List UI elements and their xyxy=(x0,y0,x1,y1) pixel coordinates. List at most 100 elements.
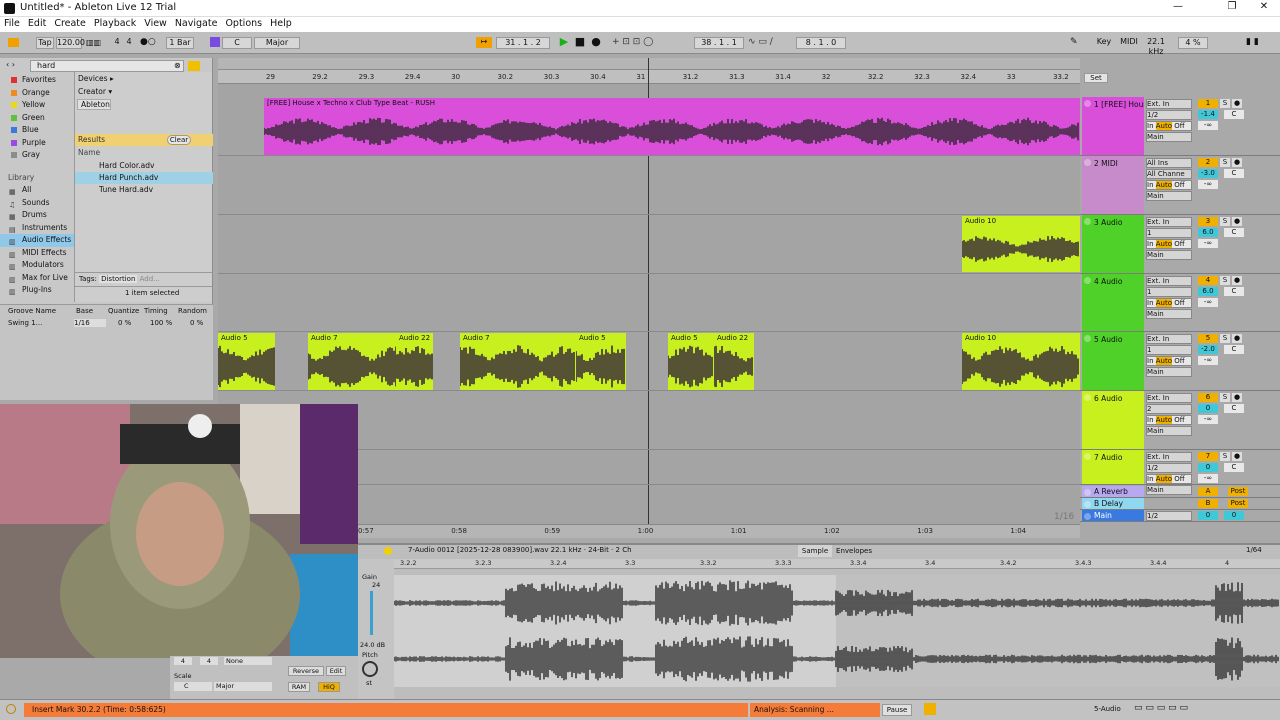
input-channel-select[interactable]: 1 xyxy=(1146,287,1192,297)
tab-sample[interactable]: Sample xyxy=(798,545,832,557)
send-field[interactable]: -∞ xyxy=(1198,180,1218,189)
hiq-button[interactable]: HiQ xyxy=(318,682,340,692)
monitor-auto[interactable]: Auto xyxy=(1155,357,1172,365)
menu-view[interactable]: View xyxy=(140,17,171,30)
main-volume[interactable]: 0 xyxy=(1198,511,1218,520)
library-drums[interactable]: ▦ Drums xyxy=(0,209,74,222)
link-icon[interactable] xyxy=(8,38,19,47)
track-number-button[interactable]: 6 xyxy=(1198,393,1218,402)
clip-activator-icon[interactable] xyxy=(384,547,392,555)
input-channel-select[interactable]: 1 xyxy=(1146,228,1192,238)
send-field[interactable]: -∞ xyxy=(1198,239,1218,248)
menu-options[interactable]: Options xyxy=(221,17,266,30)
solo-button[interactable]: S xyxy=(1220,99,1230,108)
input-type-select[interactable]: Ext. In xyxy=(1146,452,1192,462)
clear-search-icon[interactable]: ⊗ xyxy=(174,61,181,70)
solo-button[interactable]: S xyxy=(1220,334,1230,343)
return-track[interactable]: B Delay B Post xyxy=(1080,498,1280,510)
tempo-field[interactable]: 120.00 xyxy=(56,37,85,49)
output-select[interactable]: Main xyxy=(1146,426,1192,436)
track-number-button[interactable]: 1 xyxy=(1198,99,1218,108)
audio-clip[interactable]: Audio 5 xyxy=(576,333,626,390)
scale-mode-icon[interactable] xyxy=(210,37,220,47)
arm-button[interactable]: ● xyxy=(1232,99,1242,108)
pitch-knob[interactable] xyxy=(362,661,378,677)
menu-edit[interactable]: Edit xyxy=(24,17,50,30)
pause-button[interactable]: Pause xyxy=(882,704,912,716)
play-icon[interactable]: ▶ xyxy=(558,36,570,48)
monitor-select[interactable]: In Auto Off xyxy=(1146,298,1192,308)
monitor-auto[interactable]: Auto xyxy=(1155,240,1172,248)
clip-scale-select[interactable]: Major xyxy=(214,682,272,691)
output-select[interactable]: Main xyxy=(1146,191,1192,201)
monitor-auto[interactable]: Auto xyxy=(1155,416,1172,424)
monitor-select[interactable]: In Auto Off xyxy=(1146,239,1192,249)
volume-field[interactable]: 0 xyxy=(1198,404,1218,413)
input-type-select[interactable]: Ext. In xyxy=(1146,99,1192,109)
solo-button[interactable]: S xyxy=(1220,217,1230,226)
clip-key-select[interactable]: C xyxy=(174,682,212,691)
close-button[interactable]: ✕ xyxy=(1254,1,1274,12)
audio-clip[interactable]: Audio 5 xyxy=(218,333,275,390)
track-name[interactable]: 5 Audio xyxy=(1082,332,1144,390)
library-instruments[interactable]: ▤ Instruments xyxy=(0,222,74,235)
follow-icon[interactable]: ↦ xyxy=(476,37,492,48)
quantize-select[interactable]: 1 Bar xyxy=(166,37,194,49)
groove-row-base[interactable]: 1/16 xyxy=(74,319,106,327)
input-type-select[interactable]: All Ins xyxy=(1146,158,1192,168)
overview-strip[interactable] xyxy=(218,58,1080,70)
input-channel-select[interactable]: 2 xyxy=(1146,404,1192,414)
solo-button[interactable]: S xyxy=(1220,158,1230,167)
result-item[interactable]: Tune Hard.adv xyxy=(75,184,213,196)
return-name[interactable]: B Delay xyxy=(1082,498,1144,509)
filter-creator[interactable]: Creator ▾ xyxy=(75,86,213,98)
add-tag[interactable]: Add... xyxy=(140,275,160,283)
track-header[interactable]: 1 [FREE] Hous Ext. In 1/2 In Auto Off Ma… xyxy=(1080,97,1280,156)
input-type-select[interactable]: Ext. In xyxy=(1146,334,1192,344)
track-header[interactable]: 5 Audio Ext. In 1 In Auto Off Main 5 S ●… xyxy=(1080,332,1280,391)
groove-row-name[interactable]: Swing 1... xyxy=(8,319,42,327)
audio-clip[interactable]: Audio 22 xyxy=(714,333,754,390)
filter-icon[interactable] xyxy=(188,61,200,71)
send-field[interactable]: -∞ xyxy=(1198,356,1218,365)
track-header[interactable]: 6 Audio Ext. In 2 In Auto Off Main 6 S ●… xyxy=(1080,391,1280,450)
detail-waveform[interactable] xyxy=(394,575,1280,687)
song-position[interactable]: 31 . 1 . 2 xyxy=(496,37,550,49)
input-type-select[interactable]: Ext. In xyxy=(1146,393,1192,403)
monitor-auto[interactable]: Auto xyxy=(1155,122,1172,130)
audio-clip[interactable]: Audio 10 xyxy=(962,333,1080,390)
audio-clip[interactable]: Audio 5 xyxy=(668,333,714,390)
return-track[interactable]: A Reverb A Post xyxy=(1080,486,1280,498)
volume-field[interactable]: 6.0 xyxy=(1198,287,1218,296)
scale-select[interactable]: Major xyxy=(254,37,300,49)
tag-chip[interactable]: Distortion xyxy=(99,275,138,283)
library-audio-effects[interactable]: ▥ Audio Effects xyxy=(0,234,74,247)
gain-slider[interactable] xyxy=(370,591,373,635)
track-lane-3[interactable] xyxy=(218,215,1080,274)
track-number-button[interactable]: 4 xyxy=(1198,276,1218,285)
volume-field[interactable]: -2.0 xyxy=(1198,345,1218,354)
loop-icon[interactable]: ∿ ▭ ∕ xyxy=(748,37,773,47)
track-number-button[interactable]: 5 xyxy=(1198,334,1218,343)
midi-map-button[interactable]: MIDI xyxy=(1118,37,1140,49)
output-select[interactable]: Main xyxy=(1146,132,1192,142)
arm-button[interactable]: ● xyxy=(1232,334,1242,343)
library-max-for-live[interactable]: ▥ Max for Live xyxy=(0,272,74,285)
send-field[interactable]: -∞ xyxy=(1198,298,1218,307)
pan-field[interactable]: C xyxy=(1224,169,1244,178)
menu-create[interactable]: Create xyxy=(50,17,90,30)
detail-ruler[interactable]: 3.2.2 3.2.3 3.2.4 3.3 3.3.2 3.3.3 3.3.4 3.4 3.4.… xyxy=(394,559,1280,569)
monitor-auto[interactable]: Auto xyxy=(1155,475,1172,483)
post-button[interactable]: Post xyxy=(1228,487,1248,496)
filter-chip-ableton[interactable]: Ableton xyxy=(77,99,111,110)
monitor-select[interactable]: In Auto Off xyxy=(1146,474,1192,484)
main-track[interactable]: Main 1/2 0 0 xyxy=(1080,510,1280,522)
pan-field[interactable]: C xyxy=(1224,345,1244,354)
key-map-button[interactable]: Key xyxy=(1094,37,1114,49)
main-pan[interactable]: 0 xyxy=(1224,511,1244,520)
menu-playback[interactable]: Playback xyxy=(90,17,140,30)
track-name[interactable]: 4 Audio xyxy=(1082,274,1144,331)
return-name[interactable]: A Reverb xyxy=(1082,486,1144,497)
input-channel-select[interactable]: 1/2 xyxy=(1146,463,1192,473)
pan-field[interactable]: C xyxy=(1224,228,1244,237)
